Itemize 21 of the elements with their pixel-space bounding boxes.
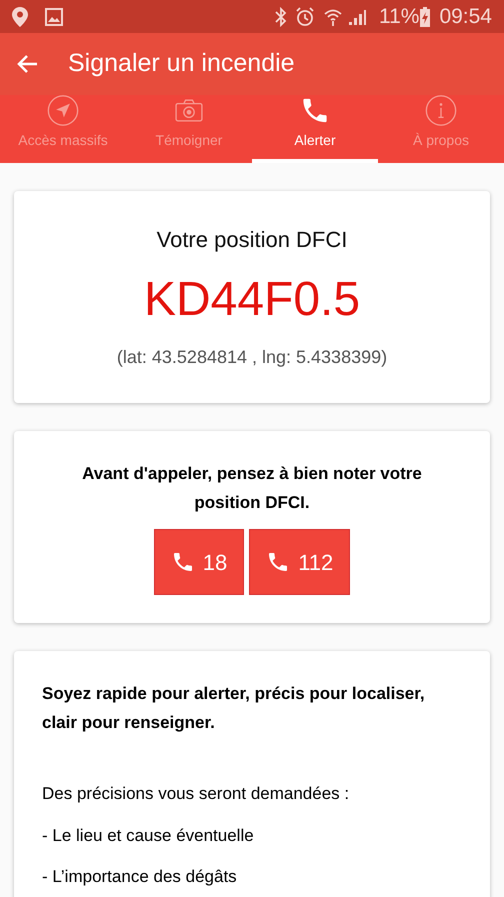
info-heading: Soyez rapide pour alerter, précis pour localiser, clair pour renseigner. [42,683,426,734]
toolbar-title: Signaler un incendie [68,48,295,80]
clock-time: 09:54 [439,4,492,30]
info-list-item: - L’importance des dégâts [42,866,238,888]
call-button[interactable]: 112 [249,529,350,595]
info-intro: Des précisions vous seront demandées : [42,783,350,805]
call-notice: Avant d'appeler, pensez à bien noter votre position DFCI. [81,463,423,514]
bluetooth-icon [274,6,287,26]
battery-charging-icon [419,6,432,26]
image-icon [44,6,64,26]
coordinates-text: (lat: 43.5284814 , lng: 5.4338399) [116,346,388,369]
battery-percentage: 11% [378,4,420,30]
tab[interactable]: Alerter [252,95,378,163]
dfci-code: KD44F0.5 [144,276,360,324]
info-list-item: - Le lieu et cause éventuelle [42,824,255,846]
alarm-clock-icon [294,6,315,26]
wifi-icon [322,6,343,26]
location-pin-icon [12,6,28,26]
info-icon [423,95,459,126]
call-button[interactable]: 18 [154,529,244,595]
position-title: Votre position DFCI [156,226,348,254]
